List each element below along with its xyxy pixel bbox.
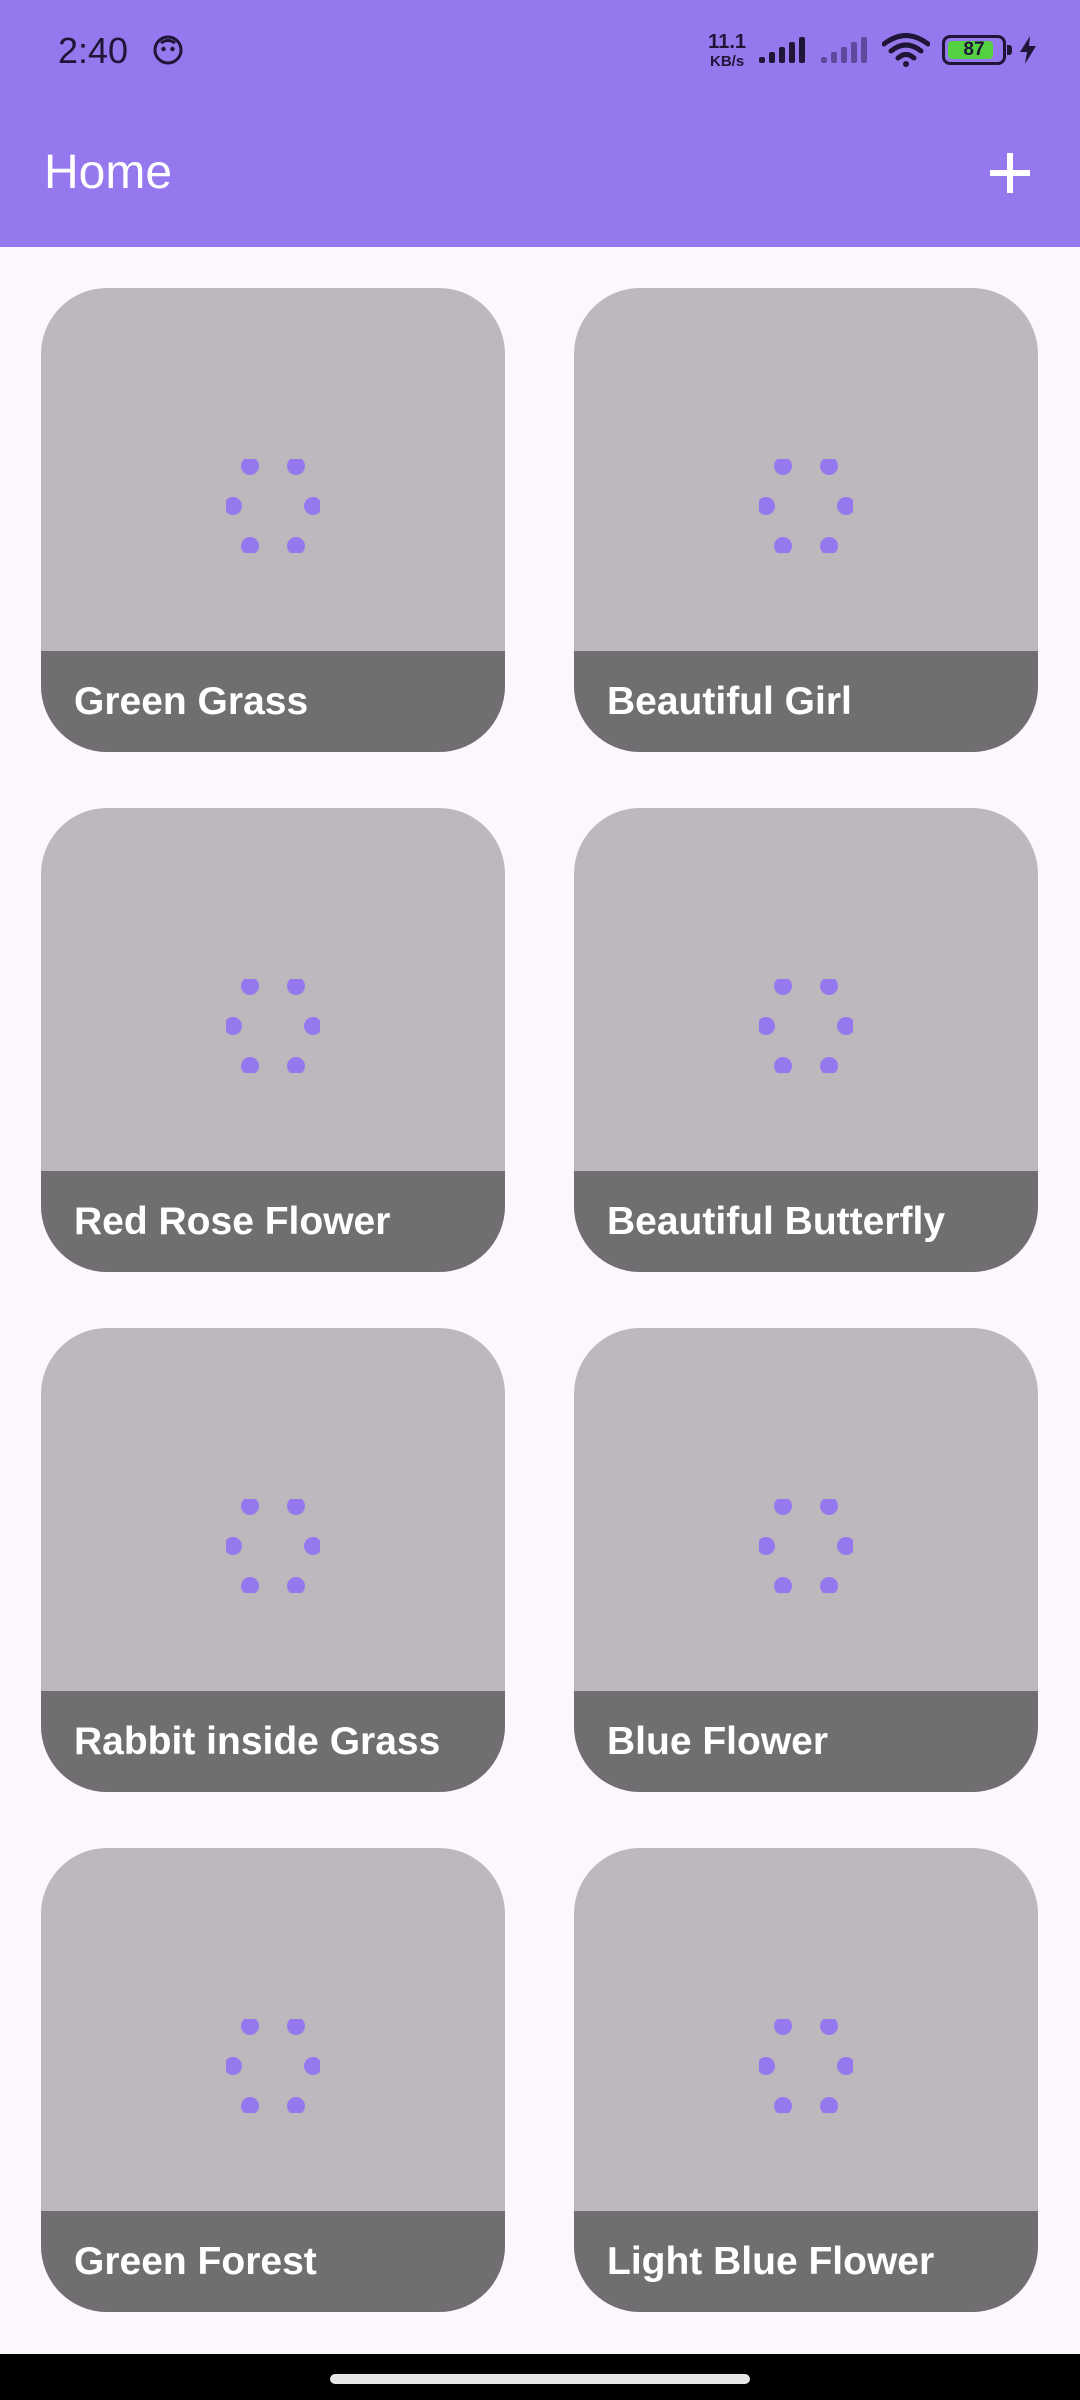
image-card-title: Beautiful Butterfly [574, 1171, 1038, 1272]
navigation-bar [0, 2354, 1080, 2400]
loading-spinner-icon [226, 979, 320, 1073]
loading-spinner-icon [759, 459, 853, 553]
image-card-title: Green Forest [41, 2211, 505, 2312]
image-card-title: Beautiful Girl [574, 651, 1038, 752]
wifi-icon [882, 33, 930, 67]
image-card[interactable]: Green Forest [41, 1848, 505, 2312]
image-card-title: Blue Flower [574, 1691, 1038, 1792]
loading-spinner-icon [759, 979, 853, 1073]
battery-level: 87 [963, 39, 985, 60]
image-card-title: Red Rose Flower [41, 1171, 505, 1272]
loading-spinner-icon [226, 2019, 320, 2113]
image-card[interactable]: Beautiful Butterfly [574, 808, 1038, 1272]
network-speed: 11.1 KB/s [708, 32, 746, 69]
network-speed-value: 11.1 [708, 30, 746, 53]
image-card[interactable]: Red Rose Flower [41, 808, 505, 1272]
app-bar: Home [0, 101, 1080, 247]
app-notification-icon [153, 35, 183, 65]
loading-spinner-icon [759, 2019, 853, 2113]
signal-icon [759, 37, 805, 63]
image-card[interactable]: Blue Flower [574, 1328, 1038, 1792]
add-button[interactable] [968, 131, 1052, 215]
network-speed-unit: KB/s [709, 52, 745, 70]
loading-spinner-icon [226, 1499, 320, 1593]
loading-spinner-icon [226, 459, 320, 553]
image-grid: Green Grass Beautiful Girl Red Rose Flower… [41, 288, 1039, 2312]
status-bar: 2:40 11.1 KB/s 87 [0, 0, 1080, 101]
status-icons: 11.1 KB/s 87 [708, 28, 1038, 72]
home-indicator[interactable] [330, 2374, 750, 2384]
image-card[interactable]: Rabbit inside Grass [41, 1328, 505, 1792]
image-card-title: Light Blue Flower [574, 2211, 1038, 2312]
battery-icon: 87 [942, 35, 1012, 65]
image-card[interactable]: Light Blue Flower [574, 1848, 1038, 2312]
image-card-title: Rabbit inside Grass [41, 1691, 505, 1792]
image-card-title: Green Grass [41, 651, 505, 752]
plus-icon [990, 153, 1030, 193]
status-time: 2:40 [58, 30, 129, 71]
signal-weak-icon [821, 37, 867, 63]
page-title: Home [44, 146, 173, 199]
charging-icon [1020, 36, 1036, 64]
image-card[interactable]: Beautiful Girl [574, 288, 1038, 752]
loading-spinner-icon [759, 1499, 853, 1593]
image-card[interactable]: Green Grass [41, 288, 505, 752]
